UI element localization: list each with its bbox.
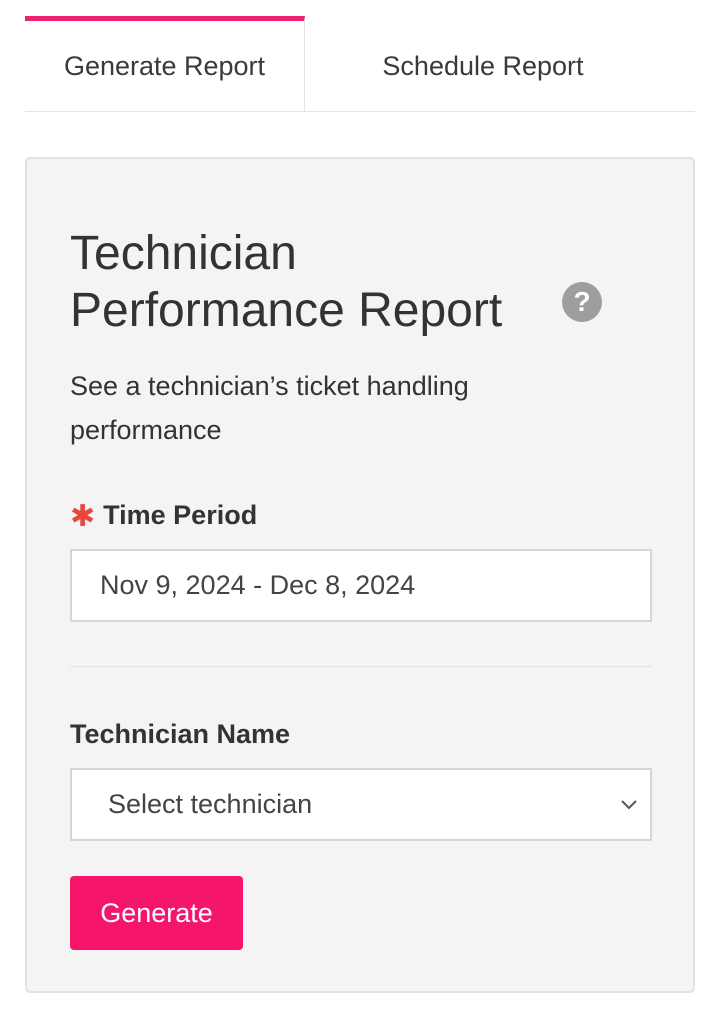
time-period-label: ✱ Time Period: [70, 499, 257, 534]
tab-schedule-report[interactable]: Schedule Report: [305, 16, 661, 111]
required-asterisk-icon: ✱: [70, 500, 96, 533]
technician-select[interactable]: Select technician: [70, 768, 652, 841]
report-title: Technician Performance Report: [70, 227, 503, 337]
time-period-input[interactable]: Nov 9, 2024 - Dec 8, 2024: [70, 549, 652, 622]
time-period-label-text: Time Period: [103, 500, 258, 530]
tab-generate-report[interactable]: Generate Report: [25, 16, 305, 111]
time-period-value: Nov 9, 2024 - Dec 8, 2024: [100, 570, 416, 600]
chevron-down-icon: [621, 800, 637, 810]
report-card: Technician Performance Report ? See a te…: [25, 157, 695, 993]
generate-button[interactable]: Generate: [70, 876, 243, 950]
report-description: See a technician’s ticket handling perfo…: [70, 371, 469, 445]
technician-select-placeholder: Select technician: [108, 789, 313, 819]
help-icon[interactable]: ?: [562, 282, 602, 322]
divider: [70, 666, 652, 667]
technician-name-label: Technician Name: [70, 719, 291, 749]
report-tabs: Generate Report Schedule Report: [25, 16, 695, 112]
